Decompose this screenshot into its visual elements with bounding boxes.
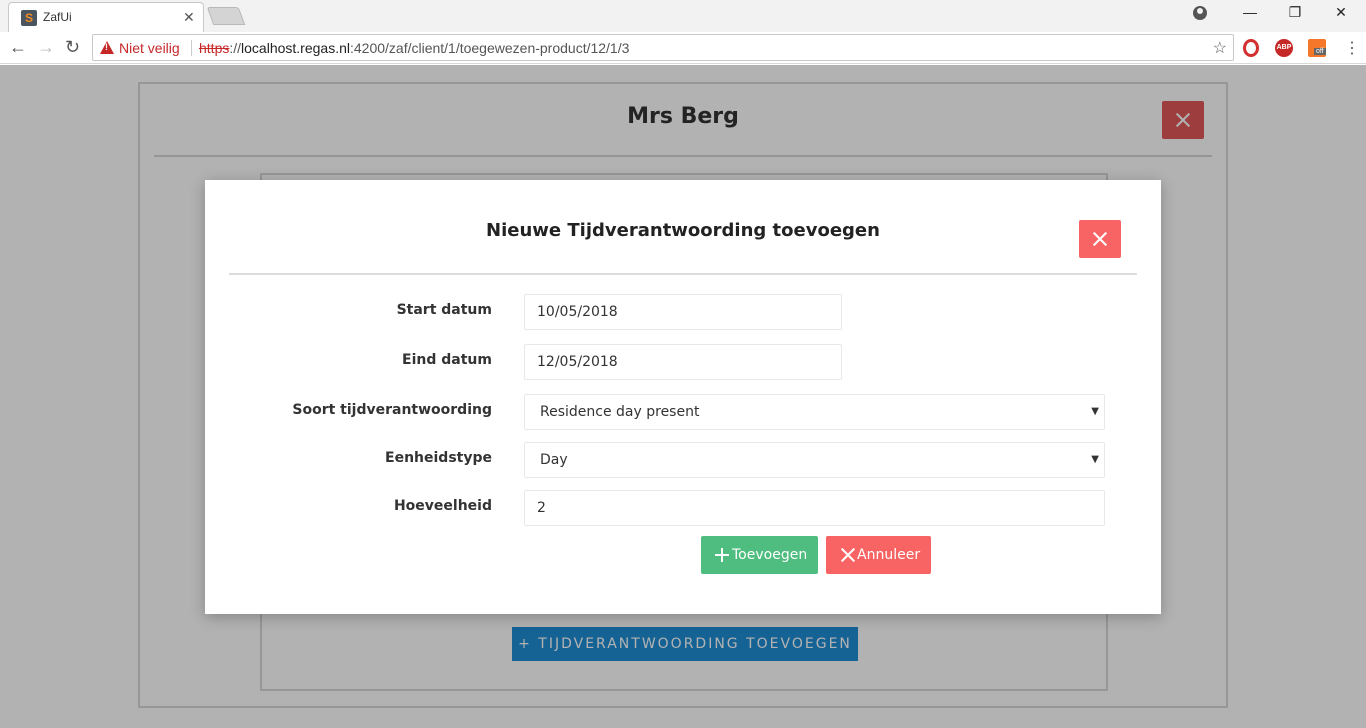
browser-toolbar: ← → ↻ Niet veilig https://localhost.rega… [0,32,1366,64]
start-date-label: Start datum [396,302,492,318]
unit-type-label: Eenheidstype [385,450,492,466]
time-type-label: Soort tijdverantwoording [292,402,492,418]
start-date-input[interactable]: 10/05/2018 [524,294,842,330]
adblock-extension-icon[interactable]: ABP [1275,39,1293,57]
reload-icon[interactable]: ↻ [65,37,80,57]
window-minimize-button[interactable]: — [1240,4,1260,20]
quantity-input[interactable]: 2 [524,490,1105,526]
unit-type-value: Day [540,452,568,468]
tab-close-icon[interactable]: ✕ [183,9,195,26]
browser-tab[interactable]: S ZafUi ✕ [8,2,204,32]
app-favicon-icon: S [21,10,37,26]
omnibox-divider [191,40,192,56]
forward-arrow-icon[interactable]: → [37,37,55,57]
end-date-label: Eind datum [402,352,492,368]
close-icon [1092,231,1108,247]
new-tab-button[interactable] [206,7,246,25]
tab-title: ZafUi [43,10,72,24]
modal-close-button[interactable] [1079,220,1121,258]
end-date-input[interactable]: 12/05/2018 [524,344,842,380]
url-path: :4200/zaf/client/1/toegewezen-product/12… [349,40,630,56]
security-label[interactable]: Niet veilig [119,40,180,56]
bookmark-star-icon[interactable]: ☆ [1213,38,1227,58]
extension-off-icon[interactable]: off [1308,39,1326,57]
url-host: localhost.regas.nl [241,40,350,56]
time-type-select[interactable]: Residence day present ▼ [524,394,1105,430]
profile-icon[interactable] [1193,6,1207,20]
close-icon [840,547,856,563]
warning-icon [100,41,114,54]
window-close-button[interactable]: ✕ [1331,4,1351,21]
add-button[interactable]: Toevoegen [701,536,818,574]
quantity-label: Hoeveelheid [393,498,492,514]
browser-menu-icon[interactable]: ⋮ [1344,38,1360,58]
time-type-value: Residence day present [540,404,700,420]
url-text[interactable]: https://localhost.regas.nl:4200/zaf/clie… [199,40,629,56]
plus-icon [715,548,729,562]
dropdown-caret-icon: ▼ [1091,406,1099,417]
url-scheme: https [199,40,230,56]
add-time-registration-modal: Nieuwe Tijdverantwoording toevoegen Star… [205,180,1161,614]
window-restore-button[interactable]: ❐ [1285,4,1305,21]
extension-off-label: off [1314,48,1326,55]
back-arrow-icon[interactable]: ← [9,37,27,57]
browser-tabstrip: S ZafUi ✕ — ❐ ✕ [0,0,1366,32]
opera-extension-icon[interactable] [1243,39,1259,57]
modal-divider [229,273,1137,275]
url-separator: :// [229,40,242,56]
add-button-label: Toevoegen [732,547,808,563]
cancel-button[interactable]: Annuleer [826,536,931,574]
unit-type-select[interactable]: Day ▼ [524,442,1105,478]
address-bar[interactable]: Niet veilig https://localhost.regas.nl:4… [92,34,1234,61]
modal-title: Nieuwe Tijdverantwoording toevoegen [486,220,880,241]
dropdown-caret-icon: ▼ [1091,454,1099,465]
cancel-button-label: Annuleer [857,547,921,563]
